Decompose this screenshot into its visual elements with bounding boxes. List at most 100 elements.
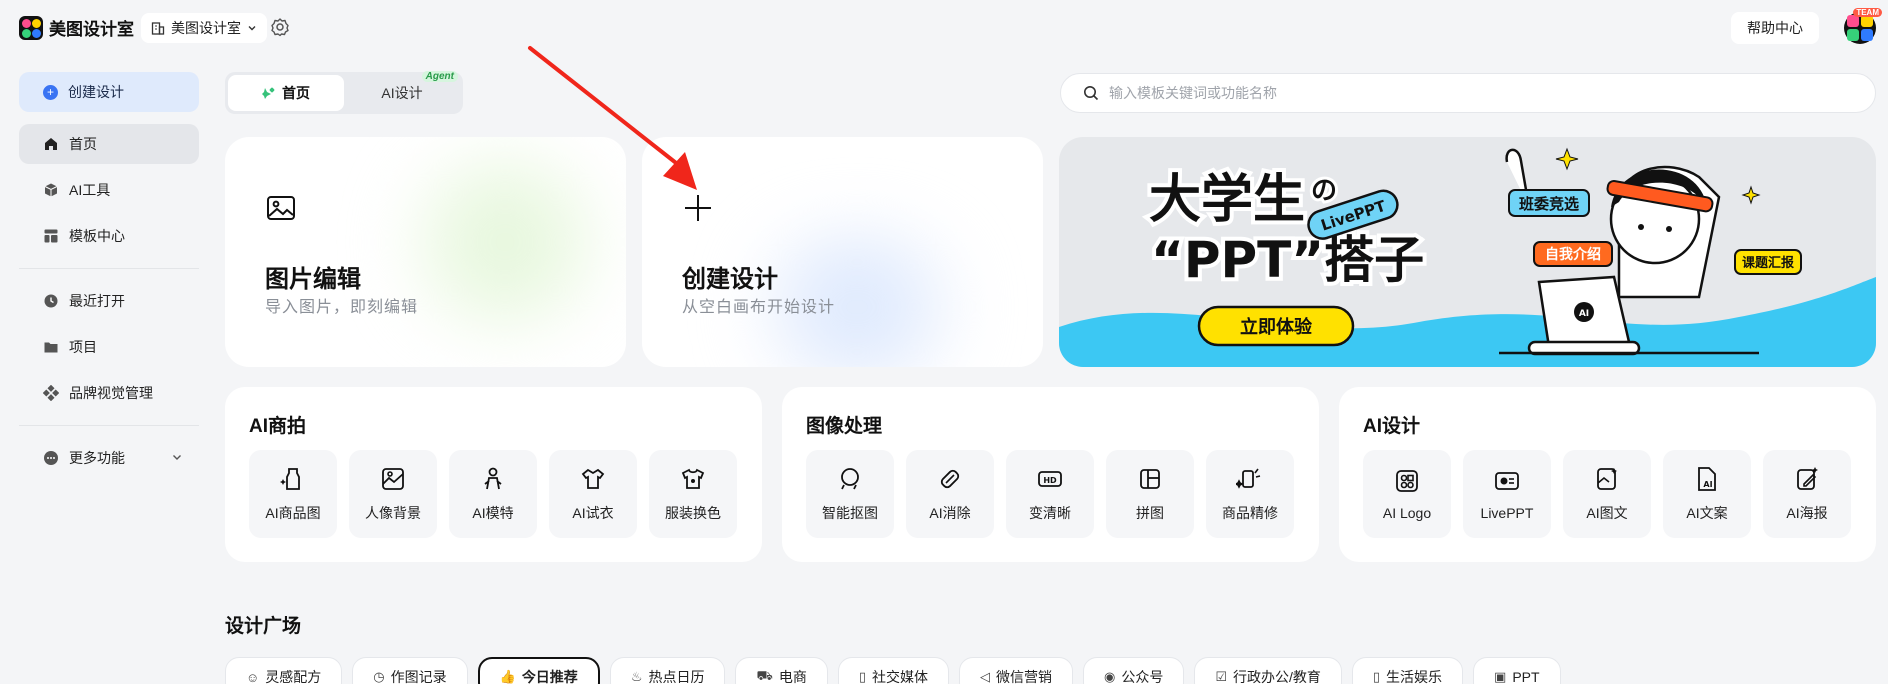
tool-label: AI试衣 xyxy=(572,505,614,521)
sidebar-item-label: 更多功能 xyxy=(69,450,125,466)
brand-icon xyxy=(43,385,59,401)
sidebar-item-label: AI工具 xyxy=(69,182,111,198)
sidebar-item-recent[interactable]: 最近打开 xyxy=(19,281,199,321)
tool-label: LivePPT xyxy=(1480,505,1534,521)
chip-label: 作图记录 xyxy=(390,669,447,684)
home-tabs: 首页 AI设计 Agent xyxy=(225,71,463,114)
sidebar-item-more[interactable]: 更多功能 xyxy=(19,438,199,478)
cart-icon: ⛟ xyxy=(756,668,773,683)
chip-today[interactable]: 👍 今日推荐 xyxy=(477,657,600,684)
sidebar-item-ai-tools[interactable]: AI工具 xyxy=(19,170,199,210)
retouch-icon xyxy=(1236,468,1261,489)
avatar[interactable]: TEAM xyxy=(1844,8,1882,44)
chevron-down-icon xyxy=(248,26,256,31)
sidebar-item-label: 首页 xyxy=(69,136,97,152)
clock-icon xyxy=(43,293,59,309)
banner-headline-1: 大学生 xyxy=(1149,170,1305,230)
tool-liveppt[interactable]: LivePPT xyxy=(1463,450,1551,538)
chip-history[interactable]: ◷ 作图记录 xyxy=(352,657,468,684)
tool-ai-image-text[interactable]: AI图文 xyxy=(1563,450,1651,538)
tool-ai-product-image[interactable]: AI商品图 xyxy=(249,450,337,538)
tool-collage[interactable]: 拼图 xyxy=(1106,450,1194,538)
app-name: 美图设计室 xyxy=(49,20,134,39)
laptop-ai-label: AI xyxy=(1579,309,1589,319)
poster-edit-icon xyxy=(1797,467,1818,490)
sidebar-item-label: 品牌视觉管理 xyxy=(69,385,153,401)
megaphone-icon: ◁ xyxy=(979,669,990,684)
chip-label: 微信营销 xyxy=(995,669,1052,684)
tab-label: 首页 xyxy=(282,85,310,101)
chip-wechat[interactable]: ◁ 微信营销 xyxy=(958,657,1073,684)
cutout-icon xyxy=(841,468,859,490)
chip-inspiration[interactable]: ☺ 灵感配方 xyxy=(225,657,343,684)
presentation-icon xyxy=(1495,472,1519,490)
sidebar-item-projects[interactable]: 项目 xyxy=(19,327,199,367)
create-design-card[interactable]: 创建设计 从空白画布开始设计 xyxy=(642,137,1043,367)
tool-label: 智能抠图 xyxy=(822,505,878,521)
card-glow xyxy=(395,147,615,337)
folder-icon xyxy=(43,339,59,355)
chip-label: 生活娱乐 xyxy=(1386,669,1443,684)
inspiration-icon: ☺ xyxy=(246,669,260,684)
workspace-selector[interactable]: 美图设计室 xyxy=(141,13,267,43)
agent-badge: Agent xyxy=(421,71,458,82)
tab-home[interactable]: 首页 xyxy=(228,75,344,111)
section-image-processing: 图像处理 智能抠图 AI消除 HD 变清晰 拼图 商品精修 xyxy=(782,387,1319,562)
tool-ai-try-on[interactable]: AI试衣 xyxy=(549,450,637,538)
tool-ai-logo[interactable]: AI Logo xyxy=(1363,450,1451,538)
tool-ai-eraser[interactable]: AI消除 xyxy=(906,450,994,538)
divider xyxy=(19,268,199,269)
tool-portrait-background[interactable]: 人像背景 xyxy=(349,450,437,538)
logo-shapes-icon xyxy=(1396,470,1418,492)
home-icon xyxy=(43,136,59,152)
image-edit-card[interactable]: 图片编辑 导入图片，即刻编辑 xyxy=(225,137,626,367)
app-logo[interactable]: 美图设计室 xyxy=(19,15,134,40)
chip-ppt[interactable]: ▣ PPT xyxy=(1473,657,1561,684)
sidebar-item-brand[interactable]: 品牌视觉管理 xyxy=(19,373,199,413)
help-center-button[interactable]: 帮助中心 xyxy=(1731,12,1819,44)
tool-label: AI消除 xyxy=(929,505,971,521)
chip-hot-calendar[interactable]: ♨ 热点日历 xyxy=(609,657,726,684)
sidebar-item-home[interactable]: 首页 xyxy=(19,124,199,164)
section-title: 图像处理 xyxy=(806,416,883,437)
card-title: 创建设计 xyxy=(682,266,778,293)
chip-lifestyle[interactable]: ▯ 生活娱乐 xyxy=(1351,657,1464,684)
tool-ai-model[interactable]: AI模特 xyxy=(449,450,537,538)
tool-ai-copywriting[interactable]: AI AI文案 xyxy=(1663,450,1751,538)
chip-label: 电商 xyxy=(778,669,807,684)
tool-sharpen[interactable]: HD 变清晰 xyxy=(1006,450,1094,538)
chip-office-education[interactable]: ☑ 行政办公/教育 xyxy=(1194,657,1342,684)
sparkle-icon xyxy=(262,87,275,99)
banner-bubble-1: 班委竞选 xyxy=(1519,195,1579,213)
sidebar-item-templates[interactable]: 模板中心 xyxy=(19,216,199,256)
person-icon xyxy=(484,467,502,490)
eraser-icon xyxy=(940,469,960,489)
chip-social-media[interactable]: ▯ 社交媒体 xyxy=(837,657,949,684)
tool-label: 变清晰 xyxy=(1029,505,1071,521)
tool-ai-poster[interactable]: AI海报 xyxy=(1763,450,1851,538)
section-ai-design: AI设计 AI Logo LivePPT AI图文 AI AI文案 AI海报 xyxy=(1339,387,1876,562)
image-icon xyxy=(267,196,295,220)
create-design-button[interactable]: + 创建设计 xyxy=(19,72,199,112)
svg-text:AI: AI xyxy=(1703,480,1712,489)
tab-ai-design[interactable]: AI设计 Agent xyxy=(344,71,460,111)
promo-banner[interactable]: 大学生 の “PPT”搭子 LivePPT 立即体验 AI 班委竞选 自我介绍 … xyxy=(1059,137,1876,367)
tool-clothing-recolor[interactable]: 服装换色 xyxy=(649,450,737,538)
checklist-icon: ☑ xyxy=(1215,669,1227,684)
tool-label: AI模特 xyxy=(472,505,514,521)
tool-smart-cutout[interactable]: 智能抠图 xyxy=(806,450,894,538)
logo-icon xyxy=(19,15,43,40)
tool-product-retouch[interactable]: 商品精修 xyxy=(1206,450,1294,538)
chip-ecommerce[interactable]: ⛟ 电商 xyxy=(735,657,828,684)
section-title: AI商拍 xyxy=(249,416,307,437)
card-subtitle: 导入图片，即刻编辑 xyxy=(265,299,419,316)
search-input[interactable] xyxy=(1109,85,1809,101)
sidebar-item-label: 最近打开 xyxy=(69,293,125,309)
tool-label: AI海报 xyxy=(1786,505,1828,521)
thumb-up-icon: 👍 xyxy=(499,669,516,684)
card-title: 图片编辑 xyxy=(265,266,361,293)
divider xyxy=(19,425,199,426)
chip-official-account[interactable]: ◉ 公众号 xyxy=(1082,657,1185,684)
gear-icon[interactable] xyxy=(270,17,290,37)
section-title: AI设计 xyxy=(1363,416,1421,437)
